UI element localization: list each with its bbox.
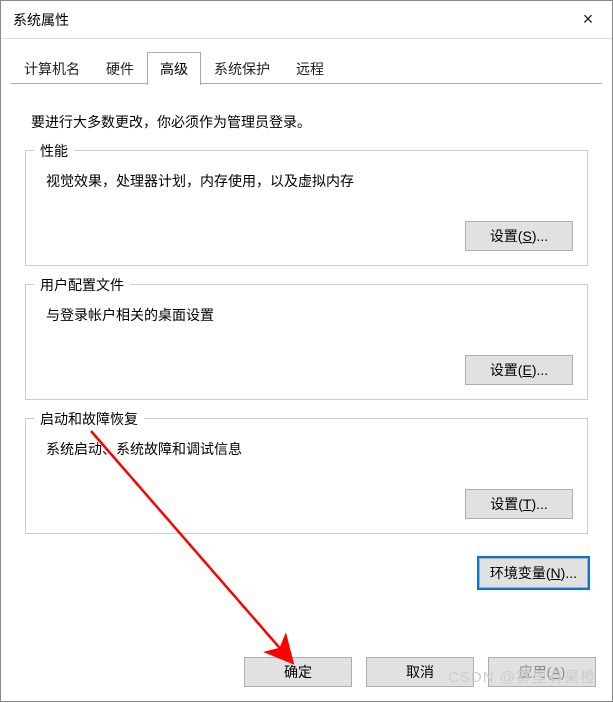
tab-advanced[interactable]: 高级 [147,52,201,85]
dialog-footer: 确定 取消 应用(A) [1,649,612,701]
close-icon[interactable]: × [564,1,612,38]
tab-computer-name[interactable]: 计算机名 [11,52,93,85]
cancel-button[interactable]: 取消 [366,657,474,687]
dialog-title: 系统属性 [13,10,69,30]
user-profile-group: 用户配置文件 与登录帐户相关的桌面设置 设置(E)... [25,284,588,400]
user-profile-desc: 与登录帐户相关的桌面设置 [46,305,573,325]
advanced-tab-content: 要进行大多数更改，你必须作为管理员登录。 性能 视觉效果，处理器计划，内存使用，… [1,84,612,649]
tab-hardware[interactable]: 硬件 [93,52,147,85]
tab-remote[interactable]: 远程 [283,52,337,85]
apply-button[interactable]: 应用(A) [488,657,596,687]
tab-system-protection[interactable]: 系统保护 [201,52,283,85]
system-properties-dialog: 系统属性 × 计算机名 硬件 高级 系统保护 远程 要进行大多数更改，你必须作为… [0,0,613,702]
performance-settings-button[interactable]: 设置(S)... [465,221,573,251]
performance-title: 性能 [34,141,74,161]
startup-recovery-group: 启动和故障恢复 系统启动、系统故障和调试信息 设置(T)... [25,418,588,534]
performance-group: 性能 视觉效果，处理器计划，内存使用，以及虚拟内存 设置(S)... [25,150,588,266]
user-profile-settings-button[interactable]: 设置(E)... [465,355,573,385]
environment-variables-button[interactable]: 环境变量(N)... [479,558,588,588]
startup-title: 启动和故障恢复 [34,409,144,429]
tab-strip: 计算机名 硬件 高级 系统保护 远程 [1,39,612,84]
user-profile-title: 用户配置文件 [34,275,130,295]
tab-underline [11,83,602,84]
titlebar: 系统属性 × [1,1,612,39]
startup-settings-button[interactable]: 设置(T)... [465,489,573,519]
admin-notice: 要进行大多数更改，你必须作为管理员登录。 [31,112,582,132]
performance-desc: 视觉效果，处理器计划，内存使用，以及虚拟内存 [46,171,573,191]
ok-button[interactable]: 确定 [244,657,352,687]
startup-desc: 系统启动、系统故障和调试信息 [46,439,573,459]
